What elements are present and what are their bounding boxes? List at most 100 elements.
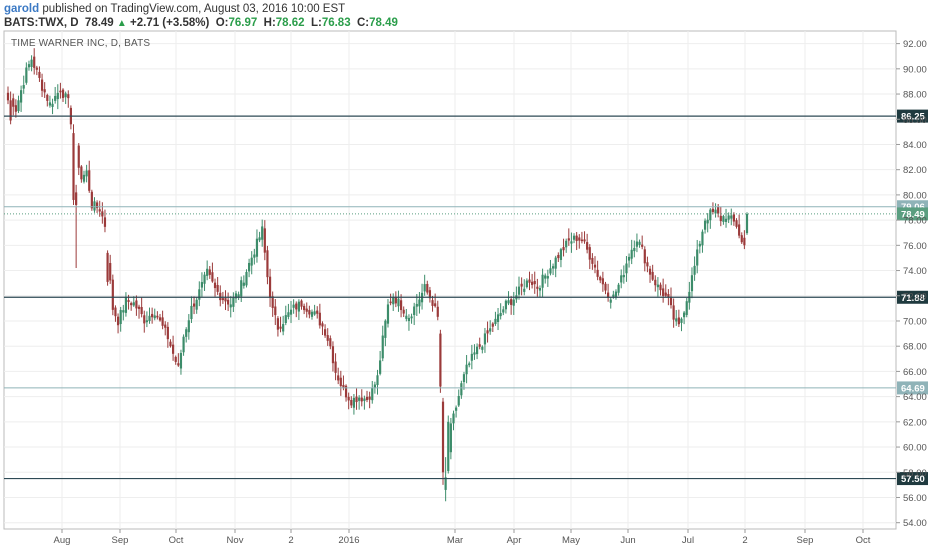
candle-body	[258, 237, 261, 241]
candle-body	[64, 93, 67, 98]
candle-body	[693, 265, 696, 275]
candle-body	[67, 94, 70, 99]
candle-body	[158, 317, 162, 321]
candle-body	[441, 401, 445, 473]
y-tick-label: 76.00	[903, 241, 927, 252]
author-link[interactable]: garold	[4, 3, 39, 15]
candle-body	[654, 279, 657, 286]
candle-body	[342, 384, 345, 388]
candle-body	[187, 320, 190, 333]
y-tick-label: 70.00	[903, 316, 927, 327]
candle-body	[444, 477, 447, 490]
y-tick-label: 58.00	[903, 468, 927, 479]
candle-body	[111, 279, 114, 310]
candle-body	[9, 100, 12, 121]
candle-body	[643, 249, 646, 264]
candle-body	[229, 304, 232, 308]
x-tick-label: Mar	[447, 535, 463, 546]
candle-body	[554, 257, 557, 269]
candle-body	[703, 220, 707, 230]
candle-body	[85, 170, 88, 177]
candle-body	[284, 315, 287, 324]
candlestick-chart[interactable]: TIME WARNER INC, D, BATS 86.2579.0671.88…	[0, 30, 932, 550]
candle-body	[59, 90, 62, 93]
candle-body	[439, 333, 442, 387]
candle-body	[381, 335, 384, 359]
candle-body	[122, 310, 125, 313]
price-change: +2.71 (+3.58%)	[130, 17, 210, 29]
candle-body	[308, 310, 311, 315]
candle-body	[635, 241, 639, 247]
candle-body	[630, 249, 633, 259]
candle-body	[504, 300, 508, 310]
candle-body	[491, 323, 494, 327]
candle-body	[30, 59, 33, 67]
candle-body	[276, 318, 280, 330]
candle-body	[470, 353, 473, 361]
candle-body	[672, 305, 675, 320]
candle-body	[22, 85, 25, 89]
candle-body	[119, 309, 122, 324]
candle-body	[528, 279, 531, 283]
candle-body	[151, 313, 154, 318]
candle-body	[287, 312, 290, 317]
candle-body	[156, 315, 159, 318]
x-tick-label: 2	[742, 535, 747, 546]
y-tick-label: 68.00	[903, 342, 927, 353]
candle-body	[379, 360, 382, 374]
candle-body	[208, 269, 211, 275]
candle-body	[719, 215, 722, 222]
x-tick-label: May	[562, 535, 580, 546]
candle-body	[227, 299, 230, 305]
candle-body	[662, 288, 665, 296]
candle-body	[570, 241, 573, 244]
candle-body	[164, 324, 167, 328]
candle-body	[6, 92, 10, 101]
candle-body	[211, 272, 214, 282]
candle-body	[88, 170, 91, 191]
candle-body	[20, 90, 23, 103]
candle-body	[478, 344, 481, 347]
candle-body	[289, 309, 293, 315]
candle-body	[137, 306, 141, 309]
candle-body	[279, 326, 282, 329]
candle-body	[436, 306, 439, 317]
candle-body	[90, 191, 93, 209]
candle-body	[667, 294, 670, 297]
candle-body	[572, 235, 576, 240]
candle-body	[384, 320, 387, 338]
candle-body	[612, 294, 615, 297]
candle-body	[190, 305, 193, 320]
candle-body	[559, 249, 563, 260]
candle-body	[247, 262, 251, 272]
time-axis[interactable]: Aug Sep Oct Nov 2 2016 Mar Apr May Jun Jul 2 Sep Oct	[54, 529, 871, 546]
candle-body	[43, 89, 46, 93]
chart-header: garold published on TradingView.com, Aug…	[4, 2, 924, 32]
candle-body	[588, 247, 591, 260]
candle-body	[680, 318, 683, 323]
candle-body	[541, 274, 544, 288]
plot-area[interactable]	[3, 30, 897, 530]
candle-body	[103, 217, 107, 227]
candle-body	[410, 316, 413, 319]
candle-body	[617, 284, 620, 293]
candle-body	[405, 315, 408, 319]
candle-body	[402, 309, 405, 314]
y-tick-label: 74.00	[903, 266, 927, 277]
candle-body	[174, 356, 177, 362]
y-tick-label: 90.00	[903, 64, 927, 75]
candle-body	[392, 297, 395, 305]
candle-body	[638, 241, 641, 245]
x-tick-label: Oct	[169, 535, 184, 546]
candle-body	[724, 218, 728, 222]
candle-body	[232, 297, 235, 307]
x-tick-label: Sep	[797, 535, 814, 546]
candle-body	[54, 95, 57, 101]
candle-body	[706, 219, 709, 224]
candle-body	[455, 407, 458, 411]
candle-body	[730, 215, 733, 219]
candle-body	[586, 242, 589, 250]
candle-body	[701, 231, 704, 246]
open-value: 76.97	[228, 17, 258, 29]
candle-body	[622, 274, 625, 278]
